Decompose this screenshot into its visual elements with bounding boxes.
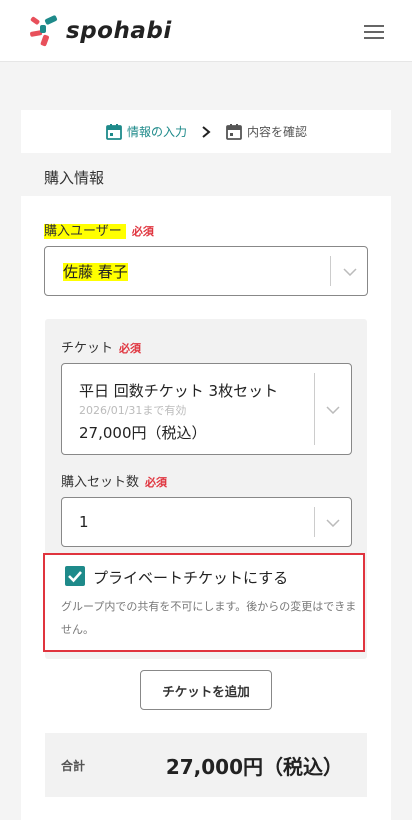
ticket-label-text: チケット (61, 341, 114, 356)
set-count-select[interactable]: 1 (61, 497, 352, 547)
purchase-user-label: 購入ユーザー 必須 (44, 220, 154, 239)
set-count-label-text: 購入セット数 (61, 475, 140, 490)
purchase-user-select[interactable]: 佐藤 春子 (44, 246, 368, 296)
step-confirm-label: 内容を確認 (247, 125, 308, 139)
required-badge: 必須 (145, 476, 168, 489)
total-box: 合計 27,000円（税込） (45, 733, 367, 797)
spohabi-logo-icon (30, 15, 58, 47)
app-header: spohabi (0, 0, 412, 62)
hamburger-menu-icon[interactable] (364, 21, 386, 41)
step-indicator: 情報の入力 内容を確認 (21, 110, 391, 153)
chevron-right-icon (202, 125, 211, 138)
private-ticket-option: プライベートチケットにする グループ内での共有を不可にします。後からの変更はでき… (43, 553, 365, 652)
step-input-label: 情報の入力 (126, 125, 187, 139)
required-badge: 必須 (119, 342, 142, 355)
calendar-icon (106, 123, 122, 140)
chevron-down-icon (326, 406, 340, 414)
private-checkbox-label[interactable]: プライベートチケットにする (93, 567, 288, 588)
calendar-icon (226, 123, 242, 140)
purchase-user-label-text: 購入ユーザー (44, 224, 122, 239)
add-ticket-button[interactable]: チケットを追加 (140, 670, 272, 710)
ticket-price: 27,000円（税込） (79, 424, 207, 442)
ticket-select[interactable]: 平日 回数チケット 3枚セット 2026/01/31まで有効 27,000円（税… (61, 363, 352, 455)
step-input: 情報の入力 (105, 123, 187, 141)
private-checkbox[interactable] (65, 566, 85, 586)
step-confirm: 内容を確認 (225, 123, 307, 141)
select-divider (330, 256, 331, 286)
ticket-validity: 2026/01/31まで有効 (79, 404, 187, 417)
select-divider (314, 373, 315, 445)
select-divider (314, 507, 315, 537)
total-label: 合計 (61, 759, 86, 773)
total-value: 27,000円（税込） (165, 755, 343, 779)
required-badge: 必須 (131, 225, 154, 238)
chevron-down-icon (326, 519, 340, 527)
ticket-label: チケット 必須 (61, 337, 141, 356)
purchase-user-value: 佐藤 春子 (63, 263, 128, 281)
set-count-value: 1 (79, 513, 89, 531)
chevron-down-icon (343, 268, 357, 276)
app-name: spohabi (66, 18, 172, 44)
section-title: 購入情報 (44, 169, 105, 187)
checkmark-icon (68, 571, 82, 583)
logo[interactable]: spohabi (28, 15, 172, 47)
private-note: グループ内での共有を不可にします。後からの変更はできません。 (61, 600, 357, 636)
set-count-label: 購入セット数 必須 (61, 471, 167, 490)
ticket-name: 平日 回数チケット 3枚セット (79, 382, 279, 400)
